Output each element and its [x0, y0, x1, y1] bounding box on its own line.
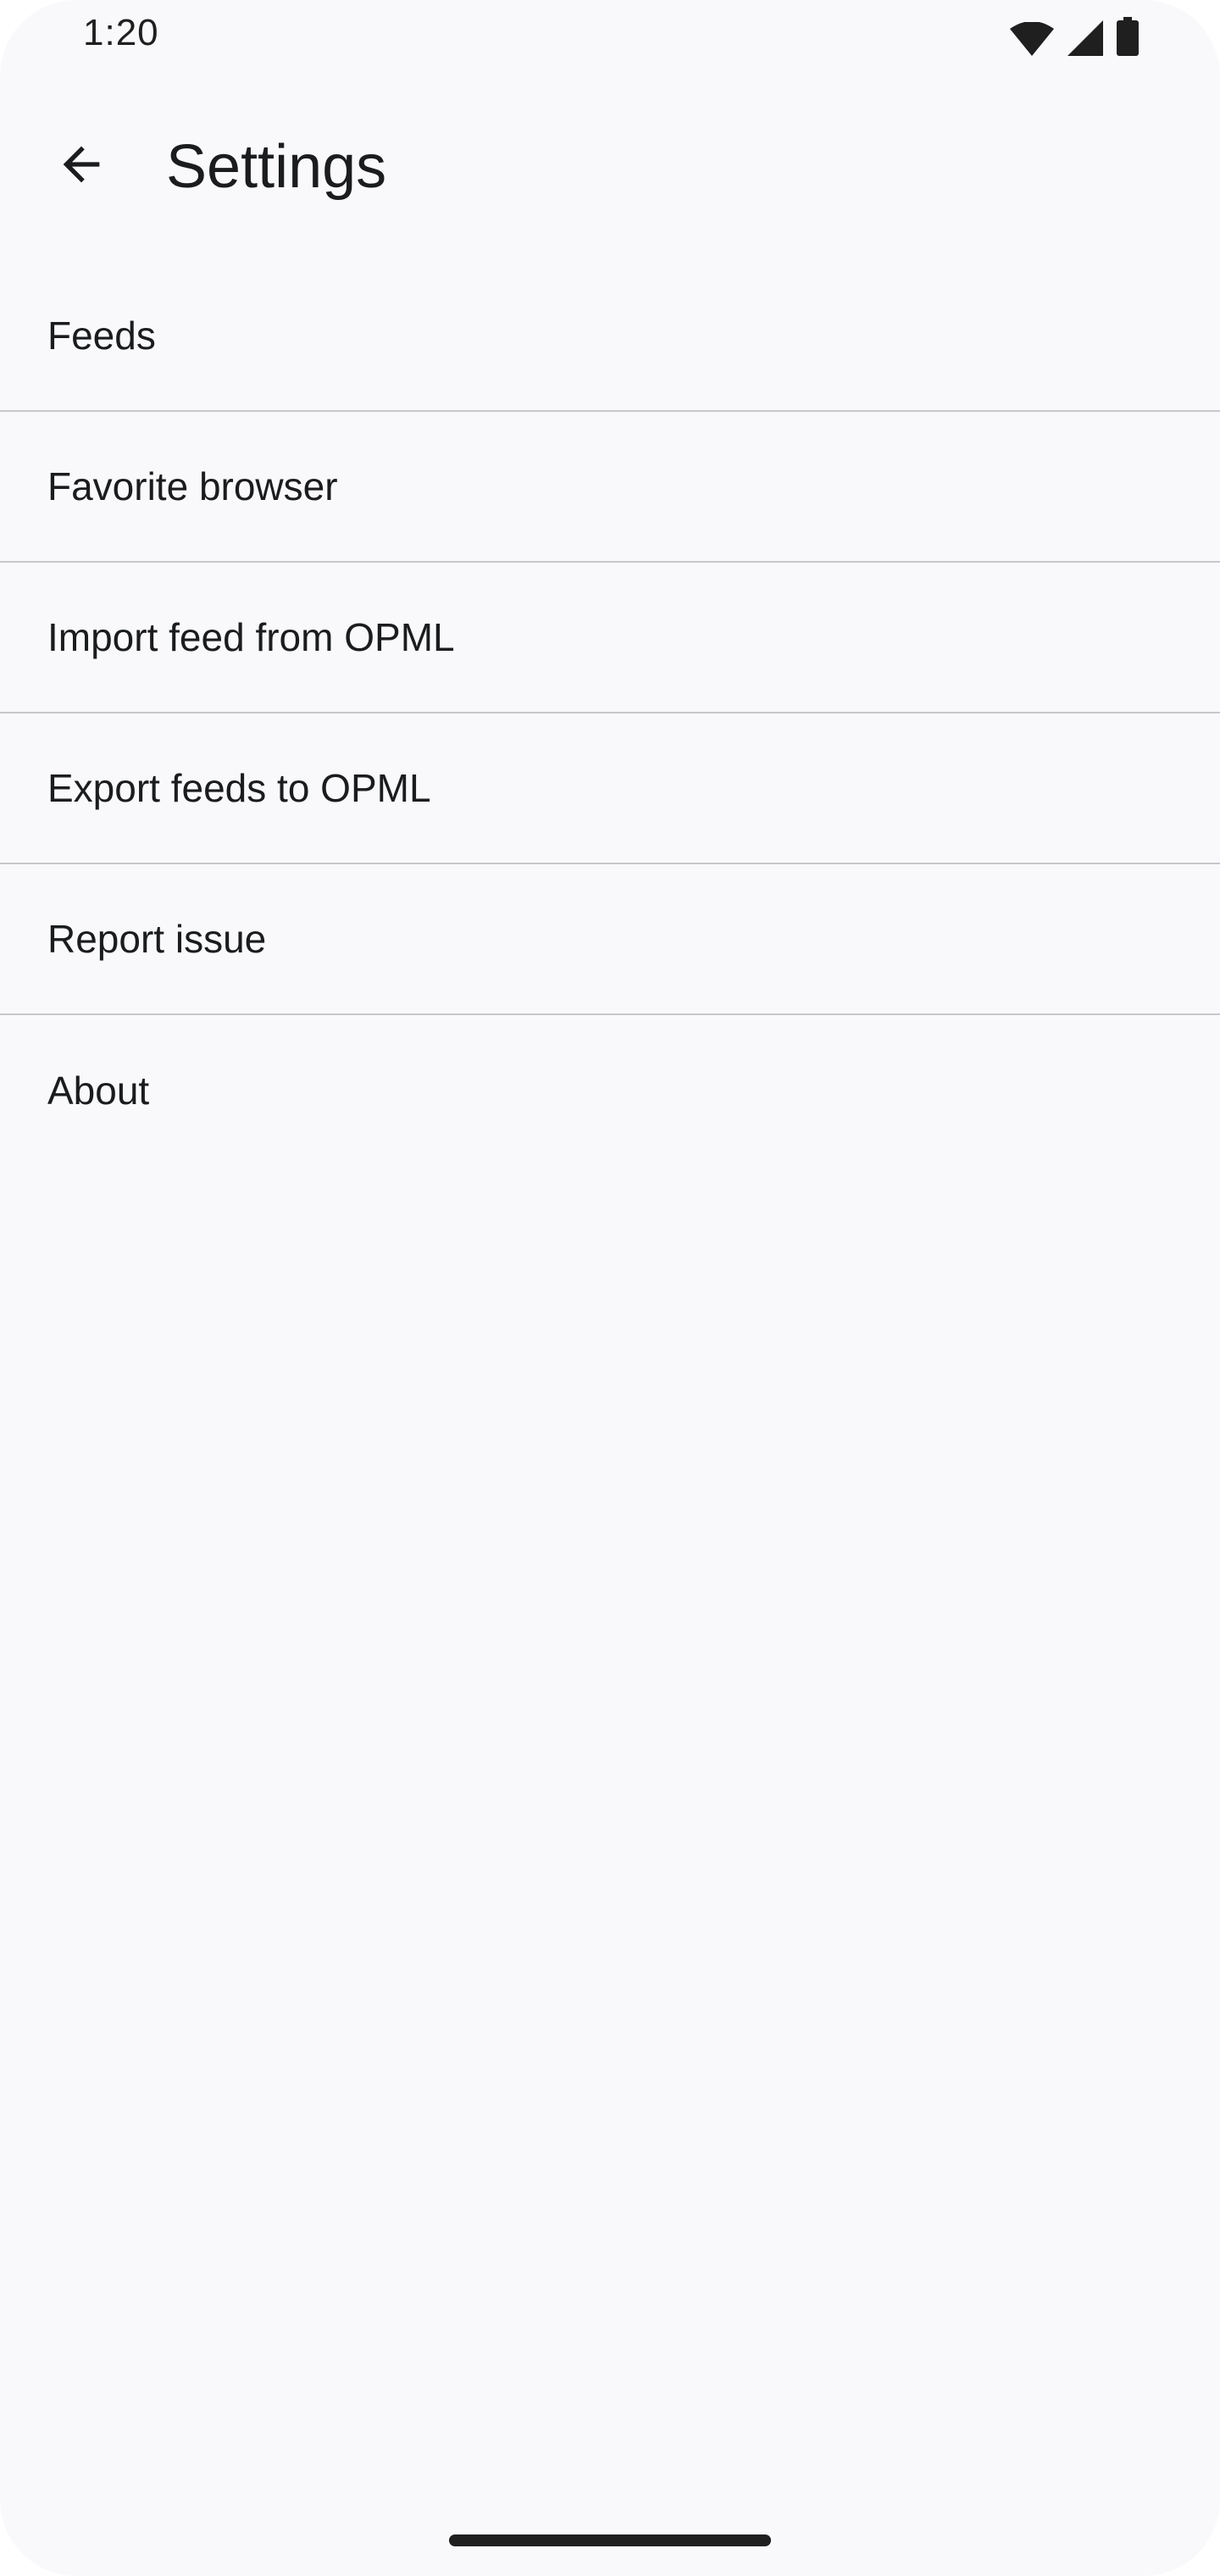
settings-item-export-opml[interactable]: Export feeds to OPML	[0, 713, 1220, 864]
settings-item-report-issue[interactable]: Report issue	[0, 864, 1220, 1015]
back-button[interactable]	[41, 125, 122, 207]
top-app-bar: Settings	[0, 95, 1220, 237]
battery-icon	[1117, 17, 1139, 56]
settings-item-label: Favorite browser	[47, 464, 338, 508]
settings-list: Feeds Favorite browser Import feed from …	[0, 261, 1220, 1166]
status-time: 1:20	[83, 12, 159, 53]
settings-item-label: About	[47, 1069, 150, 1113]
settings-item-import-opml[interactable]: Import feed from OPML	[0, 563, 1220, 713]
settings-item-feeds[interactable]: Feeds	[0, 261, 1220, 412]
settings-item-favorite-browser[interactable]: Favorite browser	[0, 412, 1220, 563]
settings-screen: 1:20 Settings Feeds Favorite browser Imp…	[0, 0, 1220, 2576]
settings-item-label: Report issue	[47, 917, 267, 961]
settings-item-label: Feeds	[47, 314, 156, 358]
page-title: Settings	[166, 133, 387, 201]
settings-item-label: Export feeds to OPML	[47, 766, 431, 810]
settings-item-label: Import feed from OPML	[47, 615, 455, 659]
cellular-signal-icon	[1068, 20, 1103, 56]
status-bar: 1:20	[0, 0, 1220, 76]
wifi-icon	[1010, 22, 1054, 56]
gesture-navigation-bar[interactable]	[449, 2534, 771, 2546]
status-icons	[1010, 17, 1139, 56]
settings-item-about[interactable]: About	[0, 1015, 1220, 1166]
arrow-back-icon	[54, 137, 108, 196]
